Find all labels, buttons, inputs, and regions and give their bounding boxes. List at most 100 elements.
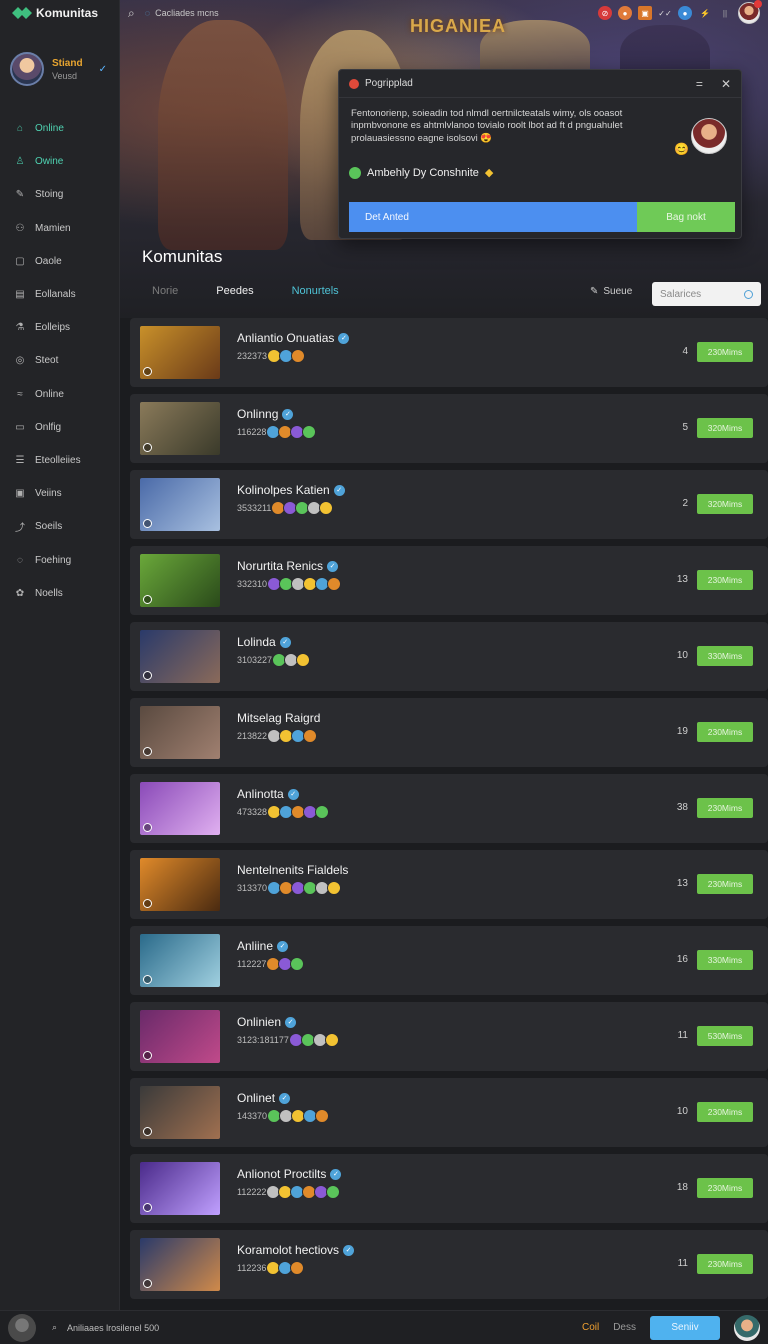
reaction-emoji-icon	[290, 957, 305, 971]
community-title: Onlinien ✓	[237, 1015, 297, 1029]
chat-icon: ◌	[17, 554, 23, 566]
join-button[interactable]: 230Mims	[697, 342, 753, 362]
bottom-link-dess[interactable]: Dess	[613, 1322, 636, 1333]
sidebar-item-1[interactable]: ♙ Owine	[0, 145, 119, 178]
sidebar-item-4[interactable]: ▢ Oaole	[0, 245, 119, 278]
list-item[interactable]: Onlinet ✓ 143370 10 230Mims	[130, 1078, 768, 1147]
community-thumbnail	[140, 1010, 220, 1063]
member-count: 38	[676, 802, 688, 813]
join-button[interactable]: 230Mims	[697, 570, 753, 590]
list-item[interactable]: Anliine ✓ 112227 16 330Mims	[130, 926, 768, 995]
list-item[interactable]: Nentelnenits Fialdels 313370 13 230Mims	[130, 850, 768, 919]
sidebar-item-2[interactable]: ✎ Stoing	[0, 178, 119, 211]
list-item[interactable]: Kolinolpes Katien ✓ 3533211 2 320Mims	[130, 470, 768, 539]
join-button[interactable]: 330Mims	[697, 950, 753, 970]
bars-icon[interactable]: ||	[718, 6, 732, 20]
profile-icon[interactable]: ●	[678, 6, 692, 20]
community-title: Kolinolpes Katien ✓	[237, 483, 345, 497]
join-button[interactable]: 230Mims	[697, 874, 753, 894]
community-thumbnail	[140, 1238, 220, 1291]
community-title-text: Koramolot hectiovs	[237, 1243, 340, 1257]
verified-icon: ✓	[333, 484, 345, 496]
join-button[interactable]: 330Mims	[697, 646, 753, 666]
list-item[interactable]: Lolinda ✓ 3103227 10 330Mims	[130, 622, 768, 691]
orange-orb-icon[interactable]: ●	[618, 6, 632, 20]
community-title: Norurtita Renics ✓	[237, 559, 339, 573]
sidebar-item-8[interactable]: ≈ Online	[0, 378, 119, 411]
list-item[interactable]: Onlinng ✓ 116228 5 320Mims	[130, 394, 768, 463]
bottom-link-coil[interactable]: Coil	[582, 1322, 599, 1333]
join-button[interactable]: 230Mims	[697, 722, 753, 742]
bottom-search[interactable]: ⌕ Aniliaaes lrosilenel 500	[52, 1322, 159, 1333]
join-button[interactable]: 230Mims	[697, 1178, 753, 1198]
star-icon: ◆	[484, 167, 494, 179]
reaction-emoji-group	[267, 1109, 330, 1123]
sidebar-item-10[interactable]: ☰ Eteolleiies	[0, 444, 119, 477]
popup-primary-button[interactable]: Det Anted	[349, 202, 637, 232]
join-button[interactable]: 230Mims	[697, 1102, 753, 1122]
tab-peedes[interactable]: Peedes	[216, 285, 253, 297]
sidebar-item-6[interactable]: ⚗ Eolleips	[0, 311, 119, 344]
filter-input[interactable]: Salarices	[652, 282, 761, 306]
join-button[interactable]: 320Mims	[697, 494, 753, 514]
bolt-icon[interactable]: ⚡	[698, 6, 712, 20]
sidebar-item-7[interactable]: ◎ Steot	[0, 344, 119, 377]
list-item[interactable]: Anlinotta ✓ 473328 38 230Mims	[130, 774, 768, 843]
tab-nonurtels[interactable]: Nonurtels	[292, 285, 339, 297]
verified-icon: ✓	[343, 1244, 355, 1256]
profile-card[interactable]: Stiand Veusd ✓	[0, 26, 119, 98]
sidebar-item-label: Online	[35, 123, 64, 135]
community-title-text: Anlinotta	[237, 787, 284, 801]
checkmarks-icon[interactable]: ✓✓	[658, 6, 672, 20]
list-item[interactable]: Mitselag Raigrd 213822 19 230Mims	[130, 698, 768, 767]
community-thumbnail	[140, 630, 220, 683]
popup-secondary-button[interactable]: Bag nokt	[637, 202, 735, 232]
list-item[interactable]: Norurtita Renics ✓ 332310 13 230Mims	[130, 546, 768, 615]
user-avatar[interactable]	[738, 0, 762, 24]
reaction-emoji-icon	[327, 577, 342, 591]
community-title: Anlinotta ✓	[237, 787, 299, 801]
box-icon[interactable]: ▣	[638, 6, 652, 20]
sidebar-item-3[interactable]: ⚇ Mamien	[0, 212, 119, 245]
community-title-text: Lolinda	[237, 635, 276, 649]
sidebar-item-label: Foehing	[35, 554, 72, 566]
sidebar-item-14[interactable]: ✿ Noells	[0, 577, 119, 610]
brand-logo-icon	[12, 6, 32, 20]
bottom-avatar[interactable]	[8, 1313, 36, 1342]
join-button[interactable]: 230Mims	[697, 798, 753, 818]
member-count: 2	[682, 498, 688, 509]
community-title: Onlinet ✓	[237, 1091, 291, 1105]
list-item[interactable]: Koramolot hectiovs ✓ 112236 11 230Mims	[130, 1230, 768, 1299]
my-avatar[interactable]	[734, 1314, 760, 1341]
verified-icon: ✓	[287, 788, 299, 800]
top-search[interactable]: ◌ Cacliades mcns	[145, 8, 219, 18]
sidebar-item-0[interactable]: ⌂ Online	[0, 112, 119, 145]
tab-norie[interactable]: Norie	[152, 285, 178, 297]
sidebar-item-5[interactable]: ▤ Eollanals	[0, 278, 119, 311]
avatar	[10, 52, 44, 86]
sidebar-item-13[interactable]: ◌ Foehing	[0, 543, 119, 576]
community-thumbnail	[140, 402, 220, 455]
join-button[interactable]: 230Mims	[697, 1254, 753, 1274]
list-item[interactable]: Anlionot Proctilts ✓ 112222 18 230Mims	[130, 1154, 768, 1223]
join-button[interactable]: 530Mims	[697, 1026, 753, 1046]
join-button[interactable]: 320Mims	[697, 418, 753, 438]
app-brand[interactable]: Komunitas	[0, 0, 119, 26]
close-icon[interactable]: ✕	[721, 77, 731, 91]
sidebar-item-11[interactable]: ▣ Veiins	[0, 477, 119, 510]
search-icon[interactable]: ⌕	[128, 6, 135, 21]
member-count: 13	[676, 878, 688, 889]
minimize-icon[interactable]: =	[696, 77, 703, 91]
sidebar-item-9[interactable]: ▭ Onlfig	[0, 411, 119, 444]
chevron-down-icon[interactable]: ✓	[99, 64, 107, 75]
list-item[interactable]: Onlinien ✓ 3123:181177 11 530Mims	[130, 1002, 768, 1071]
list-item[interactable]: Anliantio Onuatias ✓ 232373 4 230Mims	[130, 318, 768, 387]
tv-icon: ▣	[15, 488, 25, 500]
record-icon: ◎	[15, 355, 25, 367]
sidebar-item-12[interactable]: ⤴ Soeils	[0, 510, 119, 543]
community-title-text: Anliine	[237, 939, 274, 953]
send-button[interactable]: Seniiv	[650, 1315, 720, 1340]
thumbnail-badge-icon	[143, 671, 152, 680]
block-icon[interactable]: ⊘	[598, 6, 612, 20]
sort-button[interactable]: ✎ Sueue	[590, 286, 632, 297]
